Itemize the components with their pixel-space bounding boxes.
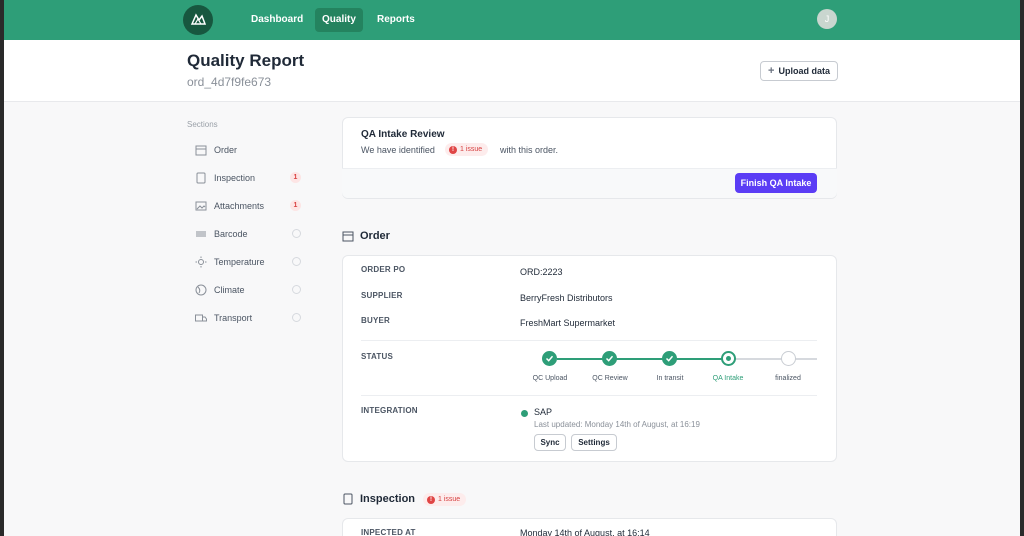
sun-icon (195, 256, 207, 268)
sidebar-item-temperature[interactable]: Temperature (195, 254, 310, 270)
building-icon (342, 230, 354, 242)
step-qc-review (602, 351, 617, 366)
issue-count-badge: 1 (290, 200, 301, 211)
building-icon (195, 144, 207, 156)
divider (361, 395, 817, 396)
sidebar-item-label: Temperature (214, 257, 265, 267)
finish-qa-intake-button[interactable]: Finish QA Intake (735, 173, 817, 193)
issue-pill[interactable]: ! 1 issue (445, 143, 489, 156)
step-label: finalized (775, 375, 801, 382)
step-finalized (781, 351, 796, 366)
step-in-transit (662, 351, 677, 366)
inspection-heading-label: Inspection (360, 493, 416, 505)
buyer-label: BUYER (361, 316, 391, 325)
check-icon (605, 355, 614, 362)
qa-intake-sub-before: We have identified (361, 145, 435, 155)
divider (361, 340, 817, 341)
qa-intake-sub-after: with this order. (500, 145, 559, 155)
order-id: ord_4d7f9fe673 (187, 75, 272, 89)
step-qa-intake (721, 351, 736, 366)
sidebar-item-order[interactable]: Order (195, 142, 310, 158)
app-logo-icon[interactable] (183, 5, 213, 35)
status-label: STATUS (361, 352, 394, 361)
progress-line-complete (557, 358, 729, 360)
progress-line-pending (735, 358, 817, 360)
check-icon (665, 355, 674, 362)
order-po-value: ORD:2223 (520, 267, 563, 277)
sidebar-item-label: Attachments (214, 201, 265, 211)
inspected-at-value: Monday 14th of August, at 16:14 (520, 528, 650, 536)
sync-button[interactable]: Sync (534, 434, 566, 451)
top-navbar (4, 0, 1020, 40)
issue-pill-label: 1 issue (460, 146, 483, 153)
buyer-value: FreshMart Supermarket (520, 318, 616, 328)
globe-icon (195, 284, 207, 296)
sidebar-item-label: Transport (214, 313, 253, 323)
sections-label: Sections (187, 120, 218, 129)
window-frame-right (1020, 0, 1024, 536)
supplier-value: BerryFresh Distributors (520, 293, 613, 303)
order-heading-label: Order (360, 230, 390, 242)
sidebar-item-inspection[interactable]: Inspection 1 (195, 170, 310, 186)
integration-name: SAP (534, 407, 553, 417)
nav-dashboard[interactable]: Dashboard (244, 8, 310, 32)
issue-pill-label: 1 issue (438, 496, 461, 503)
settings-button[interactable]: Settings (571, 434, 617, 451)
qa-intake-title: QA Intake Review (361, 129, 445, 140)
sidebar-item-attachments[interactable]: Attachments 1 (195, 198, 310, 214)
upload-data-label: Upload data (778, 66, 830, 76)
status-indicator (292, 257, 301, 266)
inspection-issue-pill[interactable]: ! 1 issue (423, 493, 467, 506)
nav-quality[interactable]: Quality (315, 8, 363, 32)
image-icon (195, 200, 207, 212)
upload-data-button[interactable]: + Upload data (760, 61, 838, 81)
alert-icon: ! (449, 145, 457, 154)
window-frame-left (0, 0, 4, 536)
check-icon (545, 355, 554, 362)
barcode-icon (195, 228, 207, 240)
page-title: Quality Report (187, 51, 305, 70)
sidebar-item-transport[interactable]: Transport (195, 310, 310, 326)
integration-updated: Last updated: Monday 14th of August, at … (534, 420, 700, 429)
integration-label: INTEGRATION (361, 406, 418, 415)
nav-reports[interactable]: Reports (370, 8, 422, 32)
supplier-label: SUPPLIER (361, 291, 403, 300)
step-qc-upload (542, 351, 557, 366)
status-indicator (292, 229, 301, 238)
issue-count-badge: 1 (290, 172, 301, 183)
sidebar-item-climate[interactable]: Climate (195, 282, 310, 298)
status-indicator (292, 285, 301, 294)
sidebar-item-barcode[interactable]: Barcode (195, 226, 310, 242)
clipboard-icon (195, 172, 207, 184)
alert-icon: ! (427, 495, 435, 504)
order-po-label: ORDER PO (361, 265, 406, 274)
sidebar-item-label: Order (214, 145, 238, 155)
sidebar-item-label: Barcode (214, 229, 248, 239)
connected-status-dot (521, 410, 528, 417)
status-indicator (292, 313, 301, 322)
truck-icon (195, 312, 207, 324)
order-section-heading: Order (342, 230, 390, 242)
sidebar-item-label: Inspection (214, 173, 256, 183)
page-header (4, 40, 1020, 102)
clipboard-icon (342, 493, 354, 505)
inspection-section-heading: Inspection (342, 493, 415, 505)
sidebar-item-label: Climate (214, 285, 245, 295)
plus-icon: + (768, 65, 775, 77)
user-avatar[interactable]: J (817, 9, 837, 29)
inspected-at-label: INPECTED AT (361, 528, 416, 536)
